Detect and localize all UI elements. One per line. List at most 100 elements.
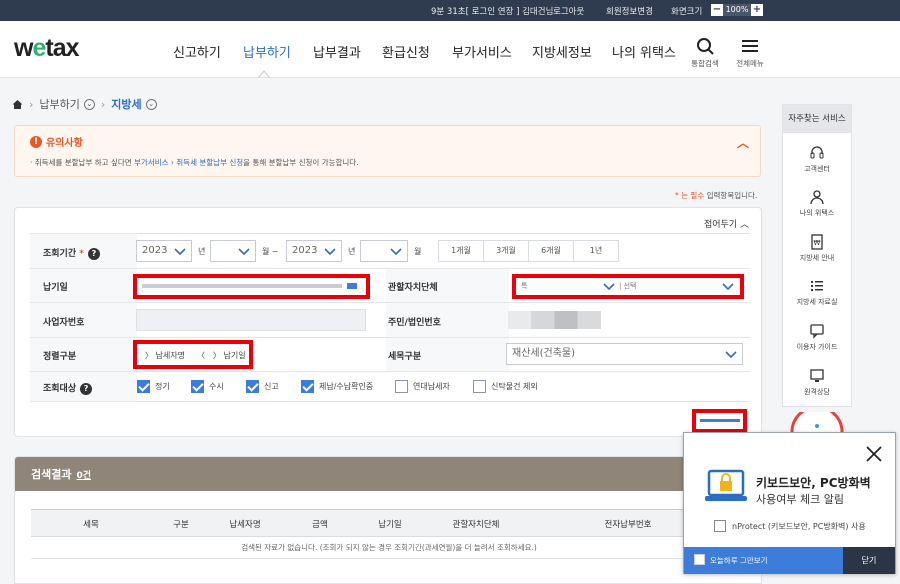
- range-1y-button[interactable]: 1년: [573, 240, 619, 262]
- notice-text-prefix: · 취득세를 분할납부 하고 싶다면: [30, 158, 135, 167]
- checkbox-regular[interactable]: [137, 380, 150, 393]
- to-year-unit: 년: [348, 247, 356, 256]
- range-3m-button[interactable]: 3개월: [483, 240, 529, 262]
- chevron-down-icon[interactable]: [721, 282, 735, 292]
- checkbox-joint-taxpayer[interactable]: [395, 380, 408, 393]
- collapse-chevron-icon[interactable]: ︿: [737, 134, 749, 151]
- col-amount: 금액: [312, 520, 328, 530]
- search-button[interactable]: 통합검색: [690, 37, 720, 69]
- col-type: 구분: [173, 520, 189, 530]
- chevron-down-icon[interactable]: ⌄: [145, 98, 157, 110]
- zoom-control: − 100% +: [711, 4, 763, 16]
- nav-pay[interactable]: 납부하기: [243, 42, 291, 61]
- to-year-value: 2023: [292, 245, 318, 256]
- close-icon[interactable]: [865, 445, 883, 463]
- from-year-select[interactable]: 2023: [136, 240, 192, 262]
- quick-services-panel: 자주찾는 서비스 고객센터 나의 위택스 ₩ 지방세 안내 지방세 자료실 이용…: [782, 104, 852, 407]
- checkbox-arrears[interactable]: [301, 380, 314, 393]
- required-word: 필수: [690, 191, 705, 200]
- breadcrumb: › 납부하기 ⌄ › 지방세 ⌄: [12, 97, 157, 111]
- resident-no-label: 주민/법인번호: [388, 318, 441, 328]
- to-year-select[interactable]: 2023: [286, 240, 342, 262]
- col-epay-no: 전자납부번호: [604, 520, 652, 530]
- side-item-my-wetax[interactable]: 나의 위택스: [783, 189, 851, 218]
- sort-radio-group[interactable]: 〉 납세자명 〈 〉 납기일: [133, 340, 253, 369]
- authority-selects[interactable]: 특 | 선택: [512, 274, 744, 299]
- nav-report[interactable]: 신고하기: [173, 42, 221, 61]
- period-label: 조회기간 *?: [43, 246, 100, 260]
- tax-item-select[interactable]: 재산세(건축물): [506, 343, 743, 365]
- col-due-date: 납기일: [378, 520, 402, 530]
- nav-my-wetax[interactable]: 나의 위택스: [612, 42, 676, 61]
- nav-local-tax-info[interactable]: 지방세정보: [532, 42, 592, 61]
- zoom-in-button[interactable]: +: [751, 4, 763, 16]
- logo-letter: x: [65, 34, 80, 62]
- home-icon[interactable]: [12, 99, 23, 110]
- nav-pay-result[interactable]: 납부결과: [313, 42, 361, 61]
- required-mark: * 는: [675, 191, 691, 200]
- from-month-select[interactable]: [210, 240, 256, 262]
- side-item-user-guide[interactable]: 이용자 가이드: [783, 323, 851, 352]
- help-icon[interactable]: ?: [80, 383, 93, 395]
- logo-letter: w: [14, 34, 33, 62]
- dont-show-today-checkbox[interactable]: [694, 554, 705, 565]
- checkbox-trust-exclude[interactable]: [473, 380, 486, 393]
- floating-badge-icon[interactable]: [790, 412, 844, 432]
- due-date-input[interactable]: [133, 274, 370, 299]
- nav-extra-services[interactable]: 부가서비스: [452, 42, 512, 61]
- sort-by-date-radio[interactable]: 〈 〉 납기일: [197, 350, 246, 361]
- zoom-value: 100%: [723, 4, 751, 16]
- target-label-text: 조회대상: [43, 384, 77, 394]
- notice-link[interactable]: 부가서비스 › 취득세 분할납부 신청: [134, 158, 243, 167]
- result-count: 0건: [76, 471, 92, 481]
- popup-close-button[interactable]: 닫기: [843, 547, 895, 574]
- checkbox-arrears-label: 체납/수납확인중: [319, 382, 374, 391]
- radio-icon: 〉: [145, 351, 153, 360]
- quick-services-title: 자주찾는 서비스: [783, 105, 851, 133]
- notice-title-text: 유의사항: [46, 138, 83, 149]
- empty-message: 검색된 자료가 없습니다. (조회가 되지 않는 경우 조회기간(과세연월)을 …: [31, 537, 747, 559]
- profile-link[interactable]: 회원정보변경: [606, 5, 653, 17]
- side-item-customer-center[interactable]: 고객센터: [783, 145, 851, 174]
- zoom-out-button[interactable]: −: [711, 4, 723, 16]
- help-icon[interactable]: ?: [87, 248, 100, 260]
- resident-no-value: [508, 311, 601, 329]
- tax-item-value: 재산세(건축물): [512, 348, 576, 359]
- dont-show-today-label[interactable]: 오늘하루 그만보기: [710, 555, 768, 566]
- search-button-redacted[interactable]: [692, 409, 747, 433]
- top-bar: 9분 31초[ 로그인 연장 ] 김대건님 로그아웃 회원정보변경 화면크기 −…: [0, 0, 900, 21]
- breadcrumb-level2[interactable]: 지방세: [111, 96, 141, 112]
- monitor-icon: [810, 369, 824, 382]
- checkbox-occasional[interactable]: [191, 380, 204, 393]
- logout-link[interactable]: 로그아웃: [553, 5, 584, 17]
- checkbox-trust-exclude-label: 신탁물건 제외: [491, 382, 538, 391]
- range-6m-button[interactable]: 6개월: [528, 240, 574, 262]
- list-icon: [811, 281, 823, 291]
- chevron-down-icon: [238, 248, 250, 256]
- all-menu-button[interactable]: 전체메뉴: [734, 37, 766, 69]
- fold-label: 접어두기: [704, 220, 738, 230]
- chevron-down-icon[interactable]: [602, 282, 616, 292]
- to-month-select[interactable]: [360, 240, 408, 262]
- sort-by-name-radio[interactable]: 〉 납세자명: [145, 350, 185, 361]
- sort-label: 정렬구분: [43, 352, 77, 362]
- calendar-icon[interactable]: [347, 283, 357, 289]
- sort-opt1-label: 납세자명: [155, 351, 185, 360]
- side-item-tax-archive[interactable]: 지방세 자료실: [783, 278, 851, 307]
- session-timer[interactable]: 9분 31초[ 로그인 연장 ] 김대건님: [431, 5, 553, 17]
- fold-toggle[interactable]: 접어두기 ︿: [704, 217, 749, 230]
- nprotect-checkbox[interactable]: [714, 520, 726, 532]
- range-1m-button[interactable]: 1개월: [438, 240, 484, 262]
- nav-refund[interactable]: 환급신청: [382, 42, 430, 61]
- from-year-value: 2023: [142, 245, 168, 256]
- breadcrumb-level1[interactable]: 납부하기: [39, 96, 79, 112]
- side-item-remote-support[interactable]: 원격상담: [783, 368, 851, 397]
- col-authority: 관할자치단체: [452, 520, 500, 530]
- chevron-down-icon[interactable]: ⌄: [83, 98, 95, 110]
- chevron-down-icon: [324, 248, 336, 256]
- side-item-tax-guide[interactable]: ₩ 지방세 안내: [783, 234, 851, 263]
- wetax-logo[interactable]: wetax: [14, 34, 79, 63]
- business-no-input[interactable]: [136, 309, 366, 331]
- checkbox-report[interactable]: [246, 380, 259, 393]
- active-nav-caret-icon: [258, 70, 270, 78]
